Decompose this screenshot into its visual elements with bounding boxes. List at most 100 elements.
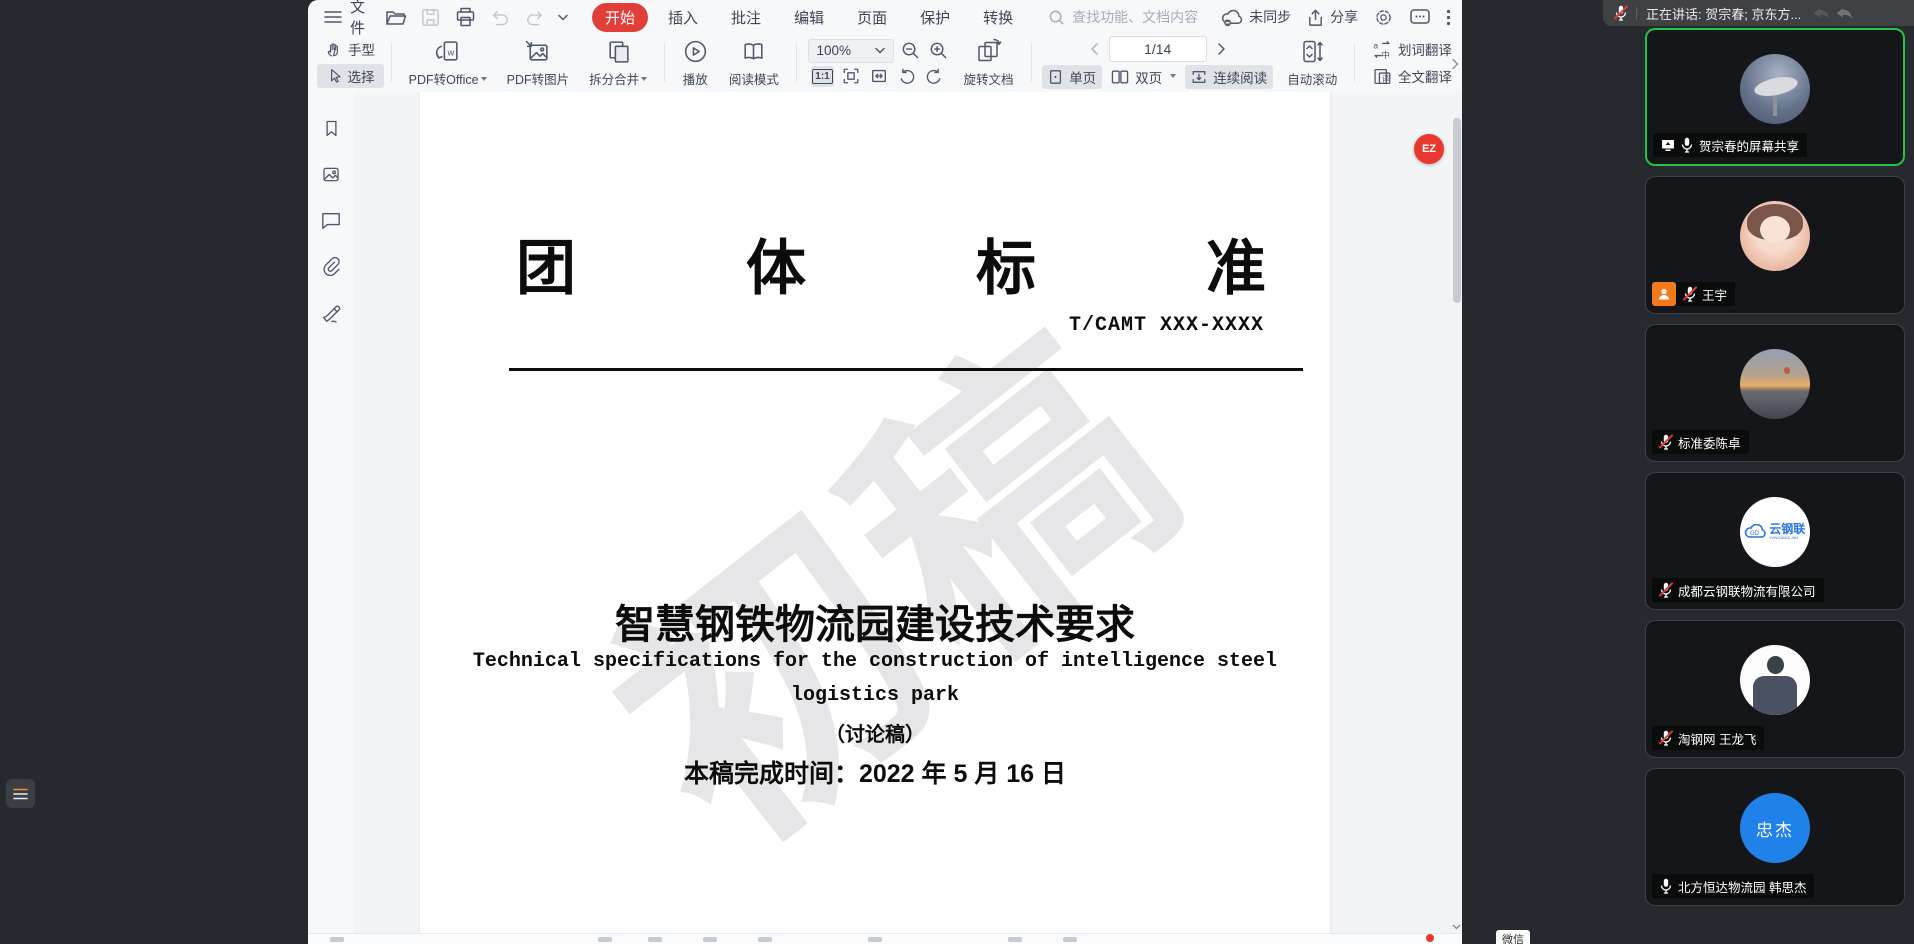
fit-width-icon[interactable] (867, 66, 890, 87)
zoom-level-value: 100% (817, 43, 852, 58)
status-bar (308, 933, 1462, 944)
comment-panel-icon[interactable] (320, 210, 342, 230)
floating-list-widget[interactable] (6, 779, 35, 808)
quick-access-dropdown-icon[interactable] (558, 14, 568, 21)
message-bubble-icon[interactable] (1409, 8, 1431, 27)
reply-arrow-icon[interactable] (1833, 4, 1855, 23)
participant-tile-screen-share[interactable]: 贺宗春的屏幕共享 (1645, 28, 1905, 166)
rotate-document-button[interactable]: 旋转文档 (954, 38, 1024, 88)
muted-mic-icon (1660, 434, 1672, 450)
file-menu-label: 文件 (350, 0, 365, 38)
word-translate-button[interactable]: a中 划词翻译 (1363, 37, 1461, 61)
bookmark-icon[interactable] (321, 118, 342, 139)
zoom-out-icon[interactable] (899, 40, 922, 61)
share-button[interactable]: 分享 (1306, 7, 1358, 27)
header-char: 标 (976, 220, 1036, 307)
print-icon[interactable] (454, 6, 477, 28)
actual-size-button[interactable]: 1:1 (811, 66, 834, 87)
participant-tile[interactable]: 忠杰 北方恒达物流园 韩思杰 (1645, 768, 1905, 906)
zoom-in-icon[interactable] (927, 40, 950, 61)
continuous-reading-button[interactable]: 连续阅读 (1185, 65, 1273, 89)
sync-status-button[interactable]: 未同步 (1220, 7, 1291, 27)
select-tool-label: 选择 (348, 66, 375, 86)
tab-edit[interactable]: 编辑 (781, 3, 837, 32)
split-merge-button[interactable]: 拆分合并 (579, 38, 657, 88)
dropdown-caret-icon (641, 77, 647, 84)
document-viewport[interactable]: 初稿 团 体 标 准 T/CAMT XXX-XXXX 智慧钢铁物流园建设技术要求… (354, 92, 1462, 933)
document-main-title: 智慧钢铁物流园建设技术要求 (420, 592, 1330, 650)
pdf-to-office-button[interactable]: w PDF转Office (399, 38, 497, 88)
hand-tool-button[interactable]: 手型 (316, 37, 384, 61)
prev-page-icon[interactable] (1088, 42, 1100, 56)
split-merge-icon (605, 38, 632, 65)
zoom-level-dropdown[interactable]: 100% (808, 39, 894, 63)
fit-page-icon[interactable] (839, 66, 862, 87)
statusbar-cut-icon (598, 937, 612, 942)
tab-home[interactable]: 开始 (592, 3, 648, 32)
scroll-down-icon[interactable] (1452, 924, 1461, 930)
next-page-icon[interactable] (1216, 42, 1228, 56)
auto-scroll-button[interactable]: 自动滚动 (1277, 38, 1347, 88)
title-tab-bar: 文件 开始 插入 批注 编辑 页面 保护 转换 未同步 (308, 0, 1462, 34)
redo-icon[interactable] (524, 8, 545, 26)
sync-status-label: 未同步 (1249, 7, 1291, 27)
ribbon-tabs: 开始 插入 批注 编辑 页面 保护 转换 (592, 3, 1026, 32)
participant-namebar: 北方恒达物流园 韩思杰 (1652, 874, 1814, 898)
search-box[interactable] (1048, 9, 1220, 26)
full-translate-icon: 译 (1372, 67, 1392, 86)
signature-icon[interactable] (320, 302, 342, 324)
tab-insert[interactable]: 插入 (655, 3, 711, 32)
participant-tile[interactable]: 标准委陈卓 (1645, 324, 1905, 462)
participant-list: 贺宗春的屏幕共享 王宇 标准委陈卓 GD 云钢联 YUNGANGLI (1645, 28, 1905, 906)
settings-gear-icon[interactable] (1373, 7, 1394, 28)
header-rule (509, 368, 1303, 371)
double-page-button[interactable]: 双页 (1105, 65, 1182, 89)
hand-tool-label: 手型 (348, 39, 375, 59)
avatar-initials: 忠杰 (1756, 816, 1794, 841)
muted-mic-icon[interactable] (1615, 5, 1627, 21)
single-page-button[interactable]: 单页 (1042, 65, 1102, 89)
participant-namebar: 王宇 (1652, 282, 1735, 306)
pdf-to-image-button[interactable]: PDF转图片 (497, 38, 580, 88)
convert-group: w PDF转Office PDF转图片 拆分合并 (399, 34, 657, 91)
file-menu[interactable]: 文件 (324, 0, 365, 38)
attachment-icon[interactable] (321, 255, 342, 277)
participant-tile[interactable]: 王宇 (1645, 176, 1905, 314)
rotate-left-icon[interactable] (895, 66, 918, 87)
tab-convert[interactable]: 转换 (970, 3, 1026, 32)
auto-scroll-group: 自动滚动 (1277, 34, 1347, 91)
statusbar-cut-icon (648, 937, 662, 942)
open-file-icon[interactable] (385, 6, 407, 28)
search-input[interactable] (1072, 9, 1220, 25)
participant-name: 标准委陈卓 (1678, 433, 1741, 452)
auto-scroll-label: 自动滚动 (1287, 69, 1337, 88)
more-options-icon[interactable] (1446, 9, 1451, 26)
statusbar-cut-icon (703, 937, 717, 942)
image-panel-icon[interactable] (320, 164, 342, 185)
rotate-right-icon[interactable] (923, 66, 946, 87)
tab-page[interactable]: 页面 (844, 3, 900, 32)
select-tool-button[interactable]: 选择 (317, 64, 384, 88)
save-icon[interactable] (420, 7, 441, 28)
floating-red-badge[interactable]: EZ (1414, 134, 1444, 164)
wechat-taskbar-label[interactable]: 微信 (1496, 930, 1530, 944)
reading-mode-button[interactable]: 阅读模式 (719, 38, 789, 88)
svg-text:GD: GD (1750, 531, 1760, 537)
tab-protect[interactable]: 保护 (907, 3, 963, 32)
participant-tile[interactable]: GD 云钢联 YUNGANGLIAN 成都云钢联物流有限公司 (1645, 472, 1905, 610)
participant-namebar: 标准委陈卓 (1652, 430, 1749, 454)
participant-tile[interactable]: 淘钢网 王龙飞 (1645, 620, 1905, 758)
header-char: 团 (516, 220, 576, 307)
ribbon-overflow-icon[interactable] (1451, 58, 1459, 70)
page-indicator[interactable]: 1/14 (1109, 36, 1207, 62)
play-button[interactable]: 播放 (672, 38, 719, 88)
book-icon (740, 38, 767, 65)
undo-icon[interactable] (490, 8, 511, 26)
tab-comment[interactable]: 批注 (718, 3, 774, 32)
scrollbar-thumb[interactable] (1453, 118, 1461, 303)
actual-size-label: 1:1 (812, 69, 832, 84)
full-translate-button[interactable]: 译 全文翻译 (1363, 64, 1461, 88)
reply-arrow-icon[interactable] (1810, 4, 1832, 23)
avatar (1740, 201, 1810, 271)
vertical-scrollbar[interactable] (1453, 96, 1461, 914)
